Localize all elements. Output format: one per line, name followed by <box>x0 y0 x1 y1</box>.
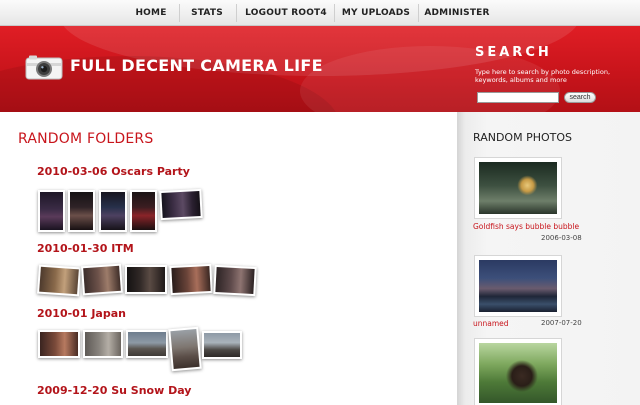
random-photos-heading: RANDOM PHOTOS <box>473 131 572 144</box>
folder-thumbnail[interactable] <box>159 188 203 221</box>
folder-thumbnail[interactable] <box>202 331 242 359</box>
folder-thumbnail[interactable] <box>213 264 257 297</box>
random-folders-heading: RANDOM FOLDERS <box>18 131 154 147</box>
folder-link[interactable]: 2010-03-06 Oscars Party <box>37 165 190 178</box>
nav-stats[interactable]: STATS <box>185 0 229 26</box>
folder-thumbnail[interactable] <box>37 264 81 297</box>
sidebar: RANDOM PHOTOS Goldfish says bubble bubbl… <box>457 112 640 405</box>
random-photo-date: 2007-07-20 <box>541 319 582 327</box>
camera-icon[interactable] <box>25 54 63 80</box>
folder-thumbnail[interactable] <box>68 190 95 232</box>
folder-thumbnail[interactable] <box>83 330 123 358</box>
random-photo-thumbnail[interactable] <box>474 338 562 405</box>
search-button[interactable]: search <box>564 92 596 103</box>
nav-my-uploads[interactable]: MY UPLOADS <box>340 0 412 26</box>
nav-administer[interactable]: ADMINISTER <box>424 0 490 26</box>
site-title[interactable]: FULL DECENT CAMERA LIFE <box>70 56 323 75</box>
site-header: FULL DECENT CAMERA LIFE SEARCH Type here… <box>0 26 640 112</box>
top-nav: HOME STATS LOGOUT ROOT4 MY UPLOADS ADMIN… <box>0 0 640 26</box>
nav-separator <box>334 4 335 22</box>
folder-link[interactable]: 2010-01-30 ITM <box>37 242 134 255</box>
random-photo-caption[interactable]: unnamed <box>473 319 509 328</box>
folder-thumbnail[interactable] <box>81 263 123 296</box>
folder-thumbnail[interactable] <box>130 190 157 232</box>
folder-thumbnail[interactable] <box>99 190 127 232</box>
nav-logout[interactable]: LOGOUT ROOT4 <box>243 0 329 26</box>
main-content: RANDOM FOLDERS 2010-03-06 Oscars Party 2… <box>0 112 457 405</box>
folder-link[interactable]: 2010-01 Japan <box>37 307 126 320</box>
search-hint: Type here to search by photo description… <box>475 68 611 84</box>
folder-thumbnail[interactable] <box>38 330 80 358</box>
nav-separator <box>418 4 419 22</box>
folder-thumbnail[interactable] <box>38 190 65 232</box>
folder-link[interactable]: 2009-12-20 Su Snow Day <box>37 384 191 397</box>
folder-thumbnail[interactable] <box>168 326 202 372</box>
search-input[interactable] <box>477 92 559 103</box>
random-photo-date: 2006-03-08 <box>541 234 582 242</box>
nav-separator <box>236 4 237 22</box>
folder-thumbnail[interactable] <box>126 330 168 358</box>
folder-thumbnail[interactable] <box>125 265 167 294</box>
random-photo-thumbnail[interactable] <box>474 255 562 317</box>
random-photo-thumbnail[interactable] <box>474 157 562 219</box>
random-photo-caption[interactable]: Goldfish says bubble bubble <box>473 222 579 231</box>
folder-thumbnail[interactable] <box>169 263 213 296</box>
nav-separator <box>179 4 180 22</box>
search-heading: SEARCH <box>475 45 552 60</box>
nav-home[interactable]: HOME <box>128 0 174 26</box>
